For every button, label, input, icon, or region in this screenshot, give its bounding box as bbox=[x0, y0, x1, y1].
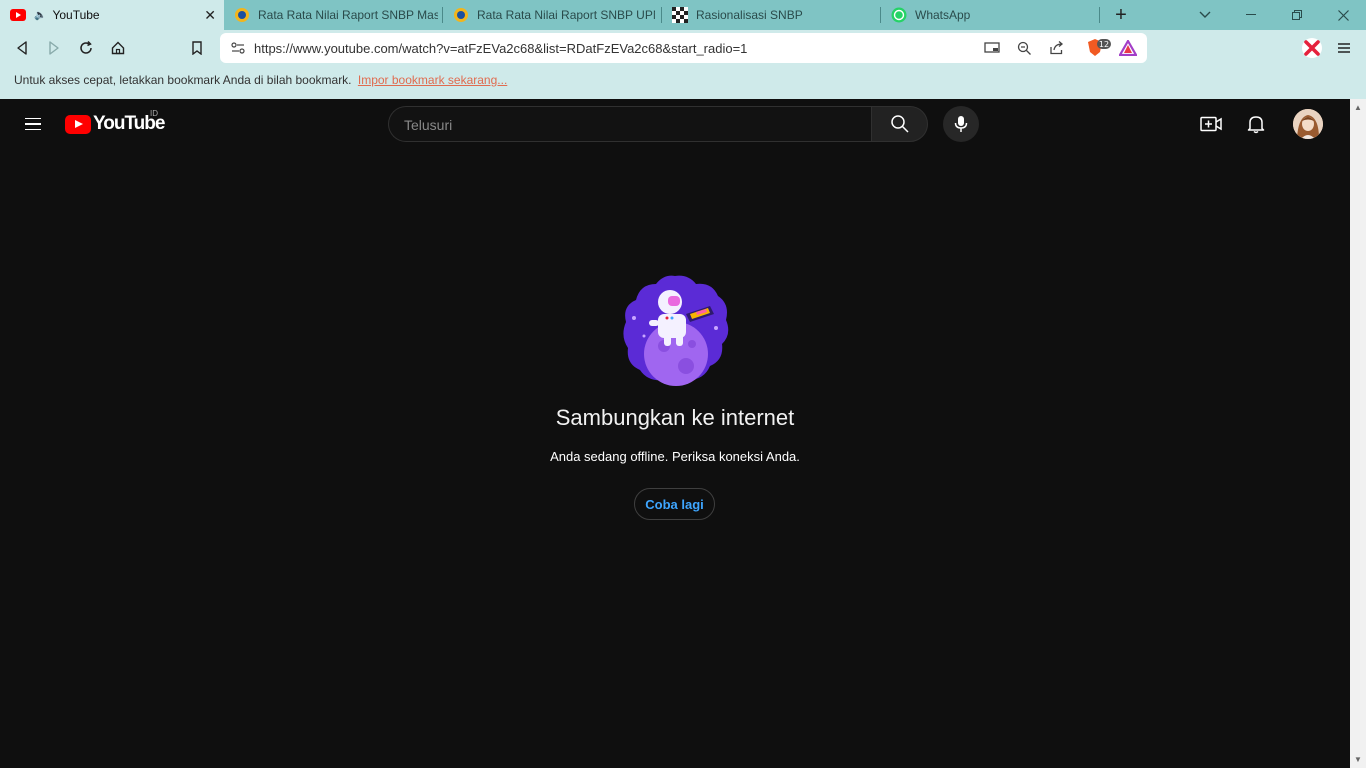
browser-toolbar: https://www.youtube.com/watch?v=atFzEVa2… bbox=[0, 30, 1366, 66]
tab-snbp-1[interactable]: Rata Rata Nilai Raport SNBP Masu bbox=[224, 0, 443, 30]
offline-astronaut-illustration bbox=[620, 274, 730, 386]
close-tab-icon[interactable]: ✕ bbox=[204, 7, 216, 24]
share-icon[interactable] bbox=[1046, 38, 1066, 58]
tab-whatsapp[interactable]: WhatsApp bbox=[881, 0, 1100, 30]
whatsapp-icon bbox=[891, 7, 907, 23]
notifications-button[interactable] bbox=[1242, 110, 1270, 138]
close-window-button[interactable] bbox=[1320, 0, 1366, 30]
page-scrollbar[interactable]: ▲ ▼ bbox=[1350, 99, 1366, 768]
user-avatar-icon bbox=[1293, 109, 1323, 139]
hamburger-line bbox=[25, 128, 41, 131]
scroll-up-icon[interactable]: ▲ bbox=[1354, 103, 1362, 112]
tab-title: Rata Rata Nilai Raport SNBP Masu bbox=[258, 8, 438, 22]
url-text: https://www.youtube.com/watch?v=atFzEVa2… bbox=[254, 41, 748, 56]
avatar[interactable] bbox=[1293, 109, 1323, 139]
brave-shield-count: 12 bbox=[1099, 40, 1109, 49]
hamburger-line bbox=[25, 123, 41, 125]
tab-title: WhatsApp bbox=[915, 8, 971, 22]
site-settings-icon[interactable] bbox=[228, 38, 248, 58]
youtube-header: YouTube ID Telusuri bbox=[0, 99, 1350, 149]
create-button[interactable] bbox=[1197, 110, 1225, 138]
retry-button[interactable]: Coba lagi bbox=[634, 488, 715, 520]
vpn-extension-icon[interactable] bbox=[1298, 34, 1326, 62]
search-button[interactable] bbox=[871, 106, 928, 142]
tab-strip: 🔈 YouTube ✕ Rata Rata Nilai Raport SNBP … bbox=[0, 0, 1366, 30]
tab-snbp-2[interactable]: Rata Rata Nilai Raport SNBP UPN bbox=[443, 0, 662, 30]
create-video-icon bbox=[1200, 116, 1222, 132]
voice-search-button[interactable] bbox=[943, 106, 979, 142]
bookmark-bar-hint: Untuk akses cepat, letakkan bookmark And… bbox=[14, 73, 352, 87]
tab-title: YouTube bbox=[52, 8, 100, 22]
zoom-icon[interactable] bbox=[1014, 38, 1034, 58]
scroll-down-icon[interactable]: ▼ bbox=[1354, 755, 1362, 764]
minimize-button[interactable] bbox=[1228, 0, 1274, 30]
tab-rasionalisasi[interactable]: Rasionalisasi SNBP bbox=[662, 0, 881, 30]
bookmark-bar: Untuk akses cepat, letakkan bookmark And… bbox=[0, 66, 1366, 99]
hamburger-line bbox=[25, 117, 41, 120]
home-icon[interactable] bbox=[104, 34, 132, 62]
pattern-favicon-icon bbox=[672, 7, 688, 23]
tab-search-dropdown-icon[interactable] bbox=[1182, 0, 1228, 30]
bookmark-icon[interactable] bbox=[183, 34, 211, 62]
forward-icon[interactable] bbox=[40, 34, 68, 62]
youtube-icon bbox=[10, 7, 26, 23]
import-bookmarks-link[interactable]: Impor bookmark sekarang... bbox=[358, 73, 507, 87]
tab-title: Rasionalisasi SNBP bbox=[696, 8, 803, 22]
offline-message: Anda sedang offline. Periksa koneksi And… bbox=[550, 449, 800, 464]
tab-youtube[interactable]: 🔈 YouTube ✕ bbox=[0, 0, 224, 30]
tab-title: Rata Rata Nilai Raport SNBP UPN bbox=[477, 8, 655, 22]
reload-icon[interactable] bbox=[72, 34, 100, 62]
search-placeholder: Telusuri bbox=[404, 117, 453, 133]
youtube-play-icon bbox=[65, 114, 91, 134]
audio-playing-icon[interactable]: 🔈 bbox=[34, 10, 46, 21]
brave-rewards-icon[interactable] bbox=[1118, 38, 1138, 58]
address-bar[interactable]: https://www.youtube.com/watch?v=atFzEVa2… bbox=[220, 33, 1147, 63]
search-icon bbox=[890, 115, 909, 133]
cast-icon[interactable] bbox=[982, 38, 1002, 58]
restore-button[interactable] bbox=[1274, 0, 1320, 30]
youtube-page: YouTube ID Telusuri Sambungkan ke intern… bbox=[0, 99, 1350, 768]
guide-menu-button[interactable] bbox=[18, 109, 48, 139]
back-icon[interactable] bbox=[8, 34, 36, 62]
microphone-icon bbox=[954, 116, 968, 132]
university-logo-icon bbox=[234, 7, 250, 23]
offline-title: Sambungkan ke internet bbox=[555, 405, 795, 430]
youtube-logo[interactable]: YouTube ID bbox=[65, 109, 165, 135]
main-menu-icon[interactable] bbox=[1330, 34, 1358, 62]
search-input[interactable]: Telusuri bbox=[388, 106, 872, 142]
new-tab-button[interactable]: + bbox=[1098, 0, 1144, 30]
brave-shields-icon[interactable]: 12 bbox=[1086, 38, 1112, 58]
country-code: ID bbox=[150, 109, 158, 118]
bell-icon bbox=[1247, 116, 1265, 134]
university-logo-icon bbox=[453, 7, 469, 23]
